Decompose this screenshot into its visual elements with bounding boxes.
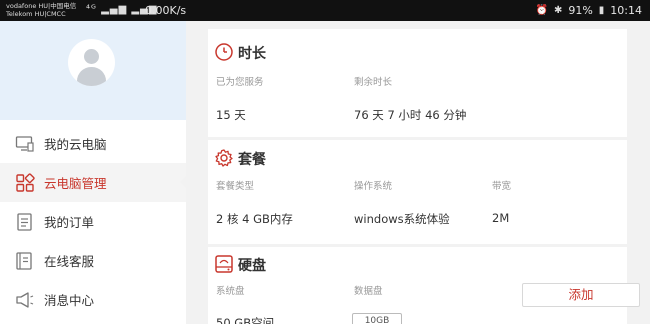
- avatar-body: [77, 67, 106, 86]
- alarm-clock-icon: ⏰: [535, 5, 548, 16]
- bandwidth-value: 2M: [492, 211, 510, 225]
- carrier-line-2: Telekom HU|CMCC: [6, 10, 66, 18]
- served-value: 15 天: [216, 108, 246, 122]
- os-value: windows系统体验: [354, 212, 450, 226]
- status-right: ⏰ ✱ 91% ▮ 10:14: [535, 4, 642, 17]
- sidebar: 我的云电脑 云电脑管理 我的订单 在线客服 消息中心: [0, 21, 187, 324]
- package-type-value: 2 核 4 GB内存: [216, 212, 293, 226]
- package-type-label: 套餐类型: [216, 181, 255, 192]
- network-speed: 0.00K/s: [145, 4, 187, 17]
- sidebar-item-my-orders[interactable]: 我的订单: [0, 202, 186, 241]
- grid-manage-icon: [14, 172, 36, 194]
- served-label: 已为您服务: [216, 77, 264, 88]
- monitor-icon: [14, 133, 36, 155]
- data-disk-size-badge: 10GB: [352, 313, 402, 324]
- hard-disk-icon: [214, 254, 234, 274]
- sidebar-item-label: 我的订单: [44, 215, 95, 230]
- add-disk-button[interactable]: 添加: [522, 283, 640, 307]
- data-disk-label: 数据盘: [354, 286, 383, 297]
- sidebar-item-label: 在线客服: [44, 254, 95, 269]
- service-book-icon: [14, 250, 36, 272]
- sidebar-item-message-center[interactable]: 消息中心: [0, 280, 186, 319]
- duration-card: 时长 已为您服务 剩余时长 15 天 76 天 7 小时 46 分钟: [208, 29, 627, 137]
- package-card: 套餐 套餐类型 操作系统 带宽 2 核 4 GB内存 windows系统体验 2…: [208, 140, 627, 244]
- sidebar-item-label: 消息中心: [44, 293, 95, 308]
- status-bar: vodafone HU|中国电信 Telekom HU|CMCC ⁴ᴳ ▂▄▆ …: [0, 0, 650, 21]
- sidebar-item-online-service[interactable]: 在线客服: [0, 241, 186, 280]
- battery-level: 91%: [568, 4, 593, 17]
- bluetooth-icon: ✱: [553, 5, 563, 16]
- bandwidth-label: 带宽: [492, 181, 512, 192]
- package-title: 套餐: [238, 152, 266, 168]
- disk-title: 硬盘: [238, 258, 266, 274]
- carrier-line-1: vodafone HU|中国电信: [6, 2, 77, 10]
- duration-title: 时长: [238, 46, 266, 62]
- sidebar-item-cloud-pc-manage[interactable]: 云电脑管理: [0, 163, 187, 202]
- system-disk-label: 系统盘: [216, 286, 245, 297]
- clock: 10:14: [610, 4, 642, 17]
- remaining-value: 76 天 7 小时 46 分钟: [354, 108, 467, 122]
- remaining-label: 剩余时长: [354, 77, 393, 88]
- megaphone-icon: [14, 289, 36, 311]
- os-label: 操作系统: [354, 181, 393, 192]
- carrier-info: vodafone HU|中国电信 Telekom HU|CMCC: [6, 2, 76, 18]
- document-icon: [14, 211, 36, 233]
- system-disk-value: 50 GB空间: [216, 316, 275, 324]
- gear-icon: [214, 148, 234, 168]
- clock-icon: [214, 42, 234, 62]
- sidebar-item-label: 我的云电脑: [44, 137, 107, 152]
- avatar[interactable]: [68, 39, 115, 86]
- battery-icon: ▮: [598, 5, 605, 16]
- avatar-head: [84, 49, 99, 64]
- sidebar-item-my-cloud-pc[interactable]: 我的云电脑: [0, 124, 186, 163]
- main-content: 时长 已为您服务 剩余时长 15 天 76 天 7 小时 46 分钟 套餐 套餐…: [186, 21, 650, 324]
- sidebar-item-label: 云电脑管理: [44, 176, 107, 191]
- profile-header: [0, 21, 186, 120]
